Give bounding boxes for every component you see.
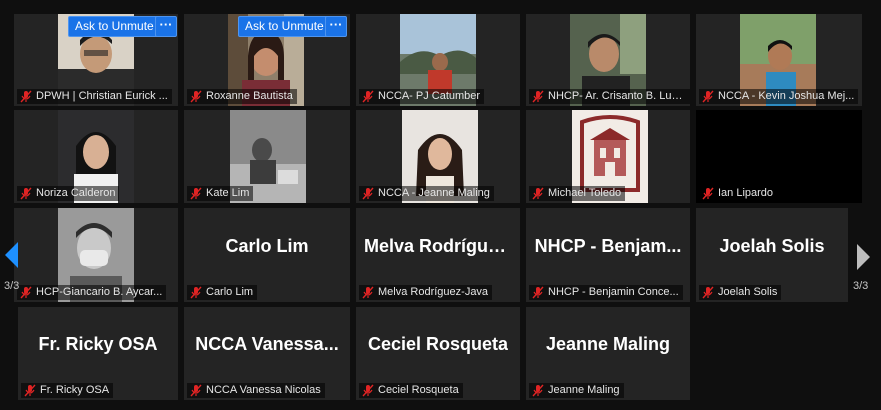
more-options-button[interactable]: ··· [325,16,347,37]
participant-name: Fr. Ricky OSA [40,384,110,396]
participant-name: Carlo Lim [206,286,254,298]
previous-page-arrow-icon[interactable] [5,242,19,268]
participant-display-name: Jeanne Maling [545,334,671,354]
participant-name-tag: Carlo Lim [187,285,258,300]
participant-name-tag: HCP-Giancario B. Aycar... [17,285,167,300]
participant-name-tag: NCCA - Jeanne Maling [359,186,494,201]
mic-muted-icon [20,286,32,299]
participant-name-tag: NHCP - Benjamin Conce... [529,285,683,300]
participant-tile[interactable]: NCCA- PJ Catumber [356,14,520,106]
participant-tile[interactable]: NHCP- Ar. Crisanto B. Lust... [526,14,690,106]
participant-tile[interactable]: Jeanne Maling Jeanne Maling [526,307,690,400]
participant-name: Roxanne Bautista [206,90,293,102]
participant-name: Jeanne Maling [548,384,620,396]
mic-muted-icon [702,286,714,299]
mic-muted-icon [190,90,202,103]
participant-name-tag: DPWH | Christian Eurick ... [17,89,172,104]
participant-name: Ian Lipardo [718,187,774,199]
participant-name-tag: Melva Rodríguez-Java [359,285,493,300]
ask-to-unmute-button[interactable]: Ask to Unmute [68,16,161,37]
mic-muted-icon [532,90,544,103]
participant-display-name: Melva Rodrígue... [364,235,512,256]
participant-name: Ceciel Rosqueta [378,384,459,396]
participant-name: Kate Lim [206,187,250,199]
mic-muted-icon [702,90,714,103]
participant-tile[interactable]: NHCP - Benjam... NHCP - Benjamin Conce..… [526,208,690,302]
participant-name-tag: Joelah Solis [699,285,782,300]
participant-tile[interactable]: Fr. Ricky OSA Fr. Ricky OSA [18,307,178,400]
next-page-arrow-icon[interactable] [856,244,870,270]
mic-muted-icon [362,286,374,299]
participant-name: Michael Toledo [548,187,622,199]
ask-to-unmute-button[interactable]: Ask to Unmute [238,16,331,37]
participant-tile[interactable]: Ask to Unmute ··· Roxanne Bautista [184,14,350,106]
mic-muted-icon [532,286,544,299]
participant-name-tag: Ceciel Rosqueta [359,383,463,398]
mic-muted-icon [190,187,202,200]
participant-display-name: Fr. Ricky OSA [38,334,158,354]
participant-tile[interactable]: NCCA Vanessa... NCCA Vanessa Nicolas [184,307,350,400]
participant-name-tag: Roxanne Bautista [187,89,297,104]
page-indicator-left: 3/3 [4,280,20,292]
mic-muted-icon [20,187,32,200]
mic-muted-icon [362,90,374,103]
participant-name-tag: Michael Toledo [529,186,626,201]
participant-tile[interactable]: HCP-Giancario B. Aycar... [14,208,178,302]
participant-name: Joelah Solis [718,286,778,298]
mic-muted-icon [24,384,36,397]
participant-name: DPWH | Christian Eurick ... [36,90,168,102]
participant-name-tag: NCCA Vanessa Nicolas [187,383,325,398]
participant-name-tag: Fr. Ricky OSA [21,383,114,398]
participant-tile[interactable]: Michael Toledo [526,110,690,203]
participant-name-tag: Kate Lim [187,186,254,201]
participant-tile[interactable]: Ceciel Rosqueta Ceciel Rosqueta [356,307,520,400]
mic-muted-icon [532,384,544,397]
participant-tile[interactable]: Melva Rodrígue... Melva Rodríguez-Java [356,208,520,302]
participant-name: NCCA Vanessa Nicolas [206,384,321,396]
participant-tile[interactable]: NCCA - Jeanne Maling [356,110,520,203]
participant-name-tag: Noriza Calderon [17,186,120,201]
participant-name-tag: NHCP- Ar. Crisanto B. Lust... [529,89,690,104]
mic-muted-icon [190,286,202,299]
mic-muted-icon [190,384,202,397]
participant-tile[interactable]: Kate Lim [184,110,350,203]
participant-display-name: NCCA Vanessa... [195,334,339,354]
participant-name: NHCP- Ar. Crisanto B. Lust... [548,90,687,102]
page-indicator-right: 3/3 [853,280,869,292]
participant-display-name: Joelah Solis [719,235,825,256]
participant-name-tag: NCCA- PJ Catumber [359,89,485,104]
participant-tile[interactable]: Ask to Unmute ··· DPWH | Christian Euric… [14,14,178,106]
participant-display-name: Ceciel Rosqueta [367,334,509,354]
participant-display-name: Carlo Lim [225,235,309,256]
participant-name-tag: NCCA - Kevin Joshua Mej... [699,89,859,104]
mic-muted-icon [702,187,714,200]
participant-name: NHCP - Benjamin Conce... [548,286,679,298]
participant-name: Melva Rodríguez-Java [378,286,489,298]
participant-name: HCP-Giancario B. Aycar... [36,286,163,298]
participant-name-tag: Ian Lipardo [699,186,778,201]
participant-tile[interactable]: Noriza Calderon [14,110,178,203]
participant-tile[interactable]: Carlo Lim Carlo Lim [184,208,350,302]
participant-display-name: NHCP - Benjam... [534,235,682,256]
participant-tile[interactable]: NCCA - Kevin Joshua Mej... [696,14,862,106]
mic-muted-icon [532,187,544,200]
participant-name: NCCA - Jeanne Maling [378,187,490,199]
mic-muted-icon [362,384,374,397]
participant-tile[interactable]: Joelah Solis Joelah Solis [696,208,848,302]
participant-name-tag: Jeanne Maling [529,383,624,398]
mic-muted-icon [20,90,32,103]
participant-tile[interactable]: Ian Lipardo [696,110,862,203]
participant-name: NCCA - Kevin Joshua Mej... [718,90,855,102]
more-options-button[interactable]: ··· [155,16,177,37]
participant-name: NCCA- PJ Catumber [378,90,481,102]
participant-name: Noriza Calderon [36,187,116,199]
mic-muted-icon [362,187,374,200]
